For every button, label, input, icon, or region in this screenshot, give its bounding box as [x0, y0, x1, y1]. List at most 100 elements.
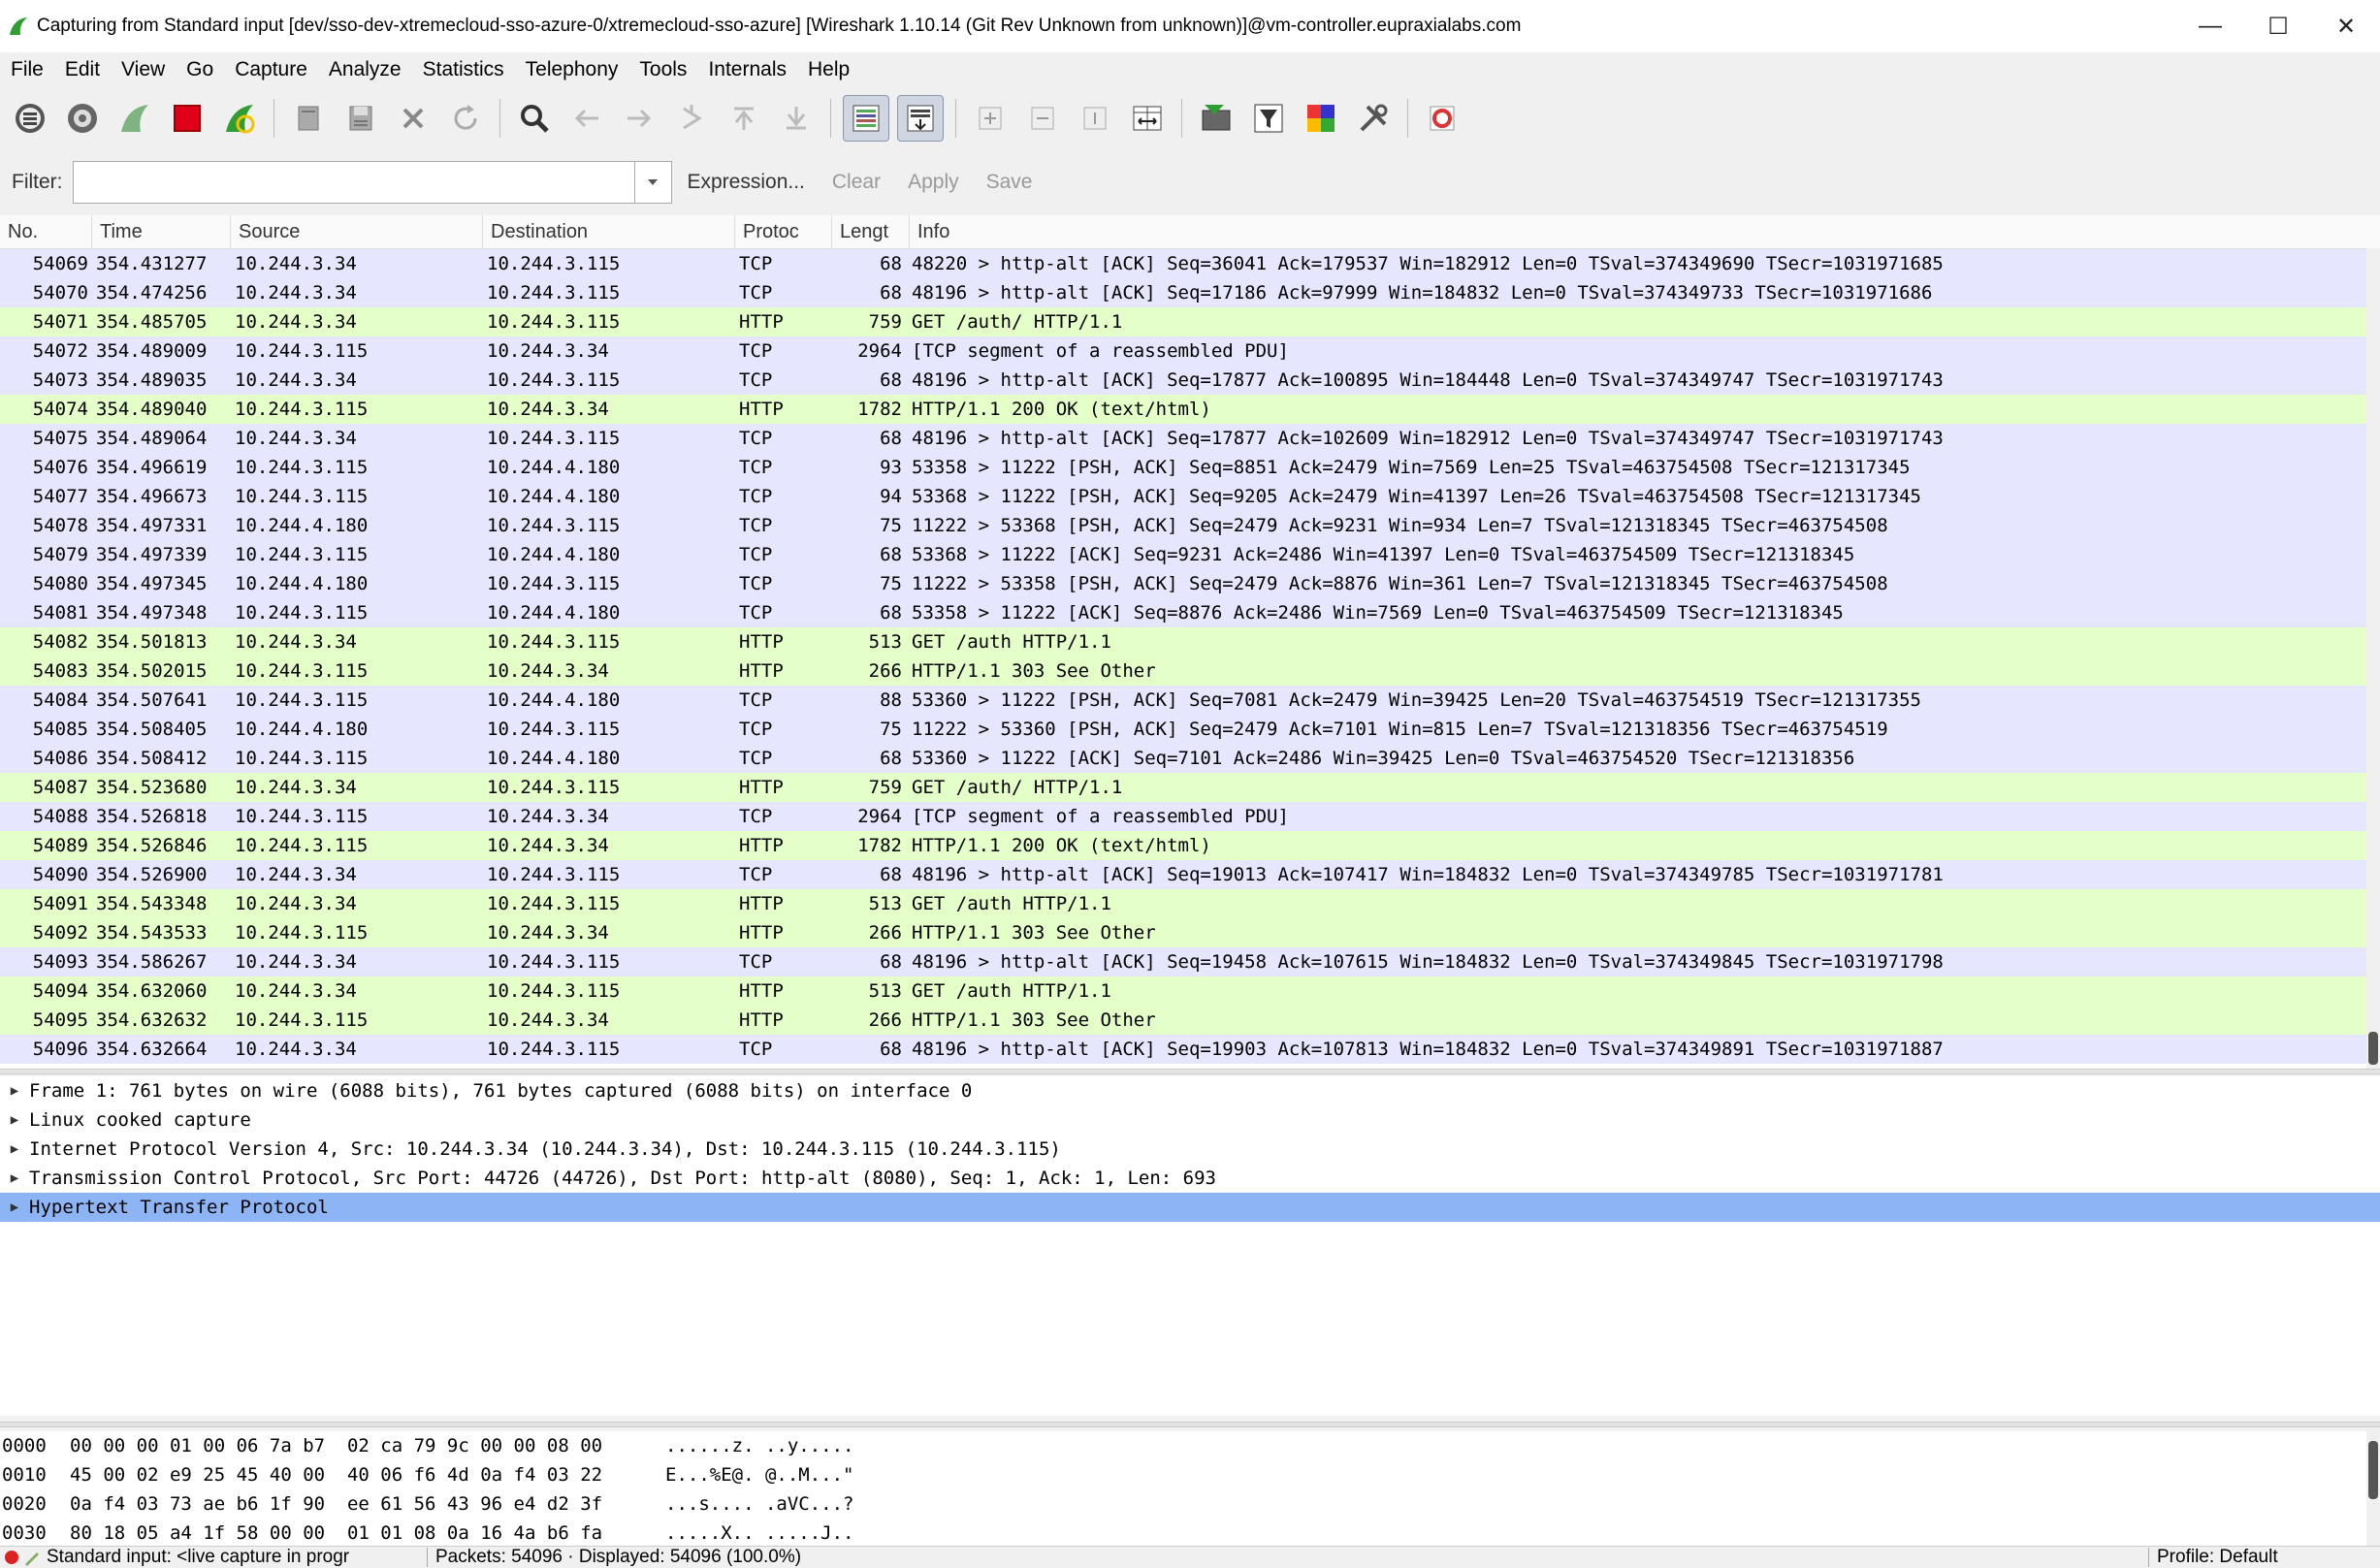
packet-row[interactable]: 54082 354.501813 10.244.3.34 10.244.3.115 HT…: [0, 627, 2380, 656]
expression-button[interactable]: Expression...: [688, 171, 805, 194]
status-profile[interactable]: Profile: Default: [2157, 1547, 2380, 1568]
column-no[interactable]: No.: [0, 215, 92, 248]
packet-row[interactable]: 54091 354.543348 10.244.3.34 10.244.3.115 HT…: [0, 889, 2380, 918]
packet-row[interactable]: 54076 354.496619 10.244.3.115 10.244.4.180 T…: [0, 453, 2380, 482]
packet-row[interactable]: 54086 354.508412 10.244.3.115 10.244.4.180 T…: [0, 744, 2380, 773]
column-length[interactable]: Lengt: [832, 215, 910, 248]
close-button[interactable]: ✕: [2312, 0, 2380, 52]
help-lifebuoy-icon[interactable]: [1420, 96, 1464, 141]
packet-row[interactable]: 54093 354.586267 10.244.3.34 10.244.3.115 TC…: [0, 947, 2380, 976]
column-protocol[interactable]: Protoc: [735, 215, 832, 248]
restart-capture-icon[interactable]: [217, 96, 262, 141]
expand-arrow-icon[interactable]: ▶: [0, 1200, 29, 1215]
menu-telephony[interactable]: Telephony: [515, 58, 629, 81]
detail-tree-item[interactable]: ▶ Transmission Control Protocol, Src Port…: [0, 1164, 2380, 1193]
menu-statistics[interactable]: Statistics: [412, 58, 515, 81]
expand-arrow-icon[interactable]: ▶: [0, 1170, 29, 1186]
go-last-packet-icon[interactable]: [774, 96, 819, 141]
packet-row[interactable]: 54081 354.497348 10.244.3.115 10.244.4.180 T…: [0, 598, 2380, 627]
menu-tools[interactable]: Tools: [628, 58, 697, 81]
pane-splitter[interactable]: [0, 1069, 2380, 1074]
detail-tree-item[interactable]: ▶ Frame 1: 761 bytes on wire (6088 bits),…: [0, 1076, 2380, 1105]
packet-row[interactable]: 54092 354.543533 10.244.3.115 10.244.3.34 HT…: [0, 918, 2380, 947]
menu-capture[interactable]: Capture: [224, 58, 318, 81]
open-file-icon[interactable]: [286, 96, 331, 141]
menu-view[interactable]: View: [111, 58, 176, 81]
packet-row[interactable]: 54070 354.474256 10.244.3.34 10.244.3.115 TC…: [0, 278, 2380, 307]
expand-arrow-icon[interactable]: ▶: [0, 1112, 29, 1128]
go-forward-arrow-icon[interactable]: [617, 96, 661, 141]
interfaces-list-icon[interactable]: [8, 96, 52, 141]
coloring-rules-icon[interactable]: [1299, 96, 1343, 141]
find-packet-search-icon[interactable]: [512, 96, 557, 141]
preferences-tools-icon[interactable]: [1351, 96, 1396, 141]
apply-button[interactable]: Apply: [908, 171, 959, 194]
packet-list-scrollbar[interactable]: [2366, 248, 2380, 1069]
start-capture-fin-icon[interactable]: [113, 96, 157, 141]
packet-row[interactable]: 54069 354.431277 10.244.3.34 10.244.3.115 TC…: [0, 249, 2380, 278]
capture-options-gear-icon[interactable]: [60, 96, 105, 141]
stop-capture-icon[interactable]: [165, 96, 209, 141]
packet-row[interactable]: 54090 354.526900 10.244.3.34 10.244.3.115 TC…: [0, 860, 2380, 889]
packet-row[interactable]: 54078 354.497331 10.244.4.180 10.244.3.115 T…: [0, 511, 2380, 540]
packet-row[interactable]: 54089 354.526846 10.244.3.115 10.244.3.34 HT…: [0, 831, 2380, 860]
reload-icon[interactable]: [443, 96, 488, 141]
display-filter-input[interactable]: [72, 161, 635, 204]
packet-row[interactable]: 54072 354.489009 10.244.3.115 10.244.3.34 TC…: [0, 336, 2380, 366]
packet-row[interactable]: 54083 354.502015 10.244.3.115 10.244.3.34 HT…: [0, 656, 2380, 686]
menu-file[interactable]: File: [0, 58, 54, 81]
auto-scroll-icon[interactable]: [897, 95, 944, 142]
hex-row[interactable]: 0030 80 18 05 a4 1f 58 00 00 01 01 08 0a …: [0, 1519, 2380, 1546]
packet-row[interactable]: 54074 354.489040 10.244.3.115 10.244.3.34 HT…: [0, 395, 2380, 424]
packet-row[interactable]: 54087 354.523680 10.244.3.34 10.244.3.115 HT…: [0, 773, 2380, 802]
clear-button[interactable]: Clear: [832, 171, 881, 194]
normal-size-icon[interactable]: [1073, 96, 1117, 141]
packet-row[interactable]: 54094 354.632060 10.244.3.34 10.244.3.115 HT…: [0, 976, 2380, 1006]
expand-arrow-icon[interactable]: ▶: [0, 1083, 29, 1099]
expand-arrow-icon[interactable]: ▶: [0, 1141, 29, 1157]
capture-filters-icon[interactable]: [1194, 96, 1238, 141]
hex-row[interactable]: 0010 45 00 02 e9 25 45 40 00 40 06 f6 4d …: [0, 1460, 2380, 1489]
column-source[interactable]: Source: [231, 215, 483, 248]
packet-row[interactable]: 54080 354.497345 10.244.4.180 10.244.3.115 T…: [0, 569, 2380, 598]
hex-row[interactable]: 0020 0a f4 03 73 ae b6 1f 90 ee 61 56 43 …: [0, 1489, 2380, 1519]
save-button[interactable]: Save: [986, 171, 1033, 194]
menu-go[interactable]: Go: [176, 58, 224, 81]
packet-row[interactable]: 54084 354.507641 10.244.3.115 10.244.4.180 T…: [0, 686, 2380, 715]
scrollbar-thumb[interactable]: [2368, 1441, 2378, 1499]
packet-row[interactable]: 54088 354.526818 10.244.3.115 10.244.3.34 TC…: [0, 802, 2380, 831]
menu-help[interactable]: Help: [797, 58, 860, 81]
resize-columns-icon[interactable]: [1125, 96, 1170, 141]
column-info[interactable]: Info: [910, 215, 2380, 248]
capture-comment-icon[interactable]: [23, 1549, 41, 1566]
display-filters-icon[interactable]: [1246, 96, 1291, 141]
column-destination[interactable]: Destination: [483, 215, 735, 248]
packet-row[interactable]: 54071 354.485705 10.244.3.34 10.244.3.115 HT…: [0, 307, 2380, 336]
go-back-arrow-icon[interactable]: [564, 96, 609, 141]
zoom-in-icon[interactable]: [968, 96, 1013, 141]
scrollbar-thumb[interactable]: [2368, 1032, 2378, 1065]
menu-analyze[interactable]: Analyze: [318, 58, 412, 81]
bytes-scrollbar[interactable]: [2366, 1431, 2380, 1546]
packet-row[interactable]: 54077 354.496673 10.244.3.115 10.244.4.180 T…: [0, 482, 2380, 511]
save-file-icon[interactable]: [338, 96, 383, 141]
minimize-button[interactable]: —: [2176, 0, 2244, 52]
packet-row[interactable]: 54075 354.489064 10.244.3.34 10.244.3.115 TC…: [0, 424, 2380, 453]
detail-tree-item[interactable]: ▶ Internet Protocol Version 4, Src: 10.24…: [0, 1135, 2380, 1164]
menu-internals[interactable]: Internals: [697, 58, 797, 81]
packet-row[interactable]: 54095 354.632632 10.244.3.115 10.244.3.34 HT…: [0, 1006, 2380, 1035]
filter-history-dropdown[interactable]: [634, 161, 672, 204]
maximize-button[interactable]: ☐: [2244, 0, 2312, 52]
packet-row[interactable]: 54073 354.489035 10.244.3.34 10.244.3.115 TC…: [0, 366, 2380, 395]
hex-row[interactable]: 0000 00 00 00 01 00 06 7a b7 02 ca 79 9c …: [0, 1431, 2380, 1460]
detail-tree-item[interactable]: ▶ Hypertext Transfer Protocol: [0, 1193, 2380, 1222]
pane-splitter[interactable]: [0, 1422, 2380, 1427]
column-time[interactable]: Time: [92, 215, 231, 248]
go-to-packet-icon[interactable]: [669, 96, 714, 141]
packet-row[interactable]: 54085 354.508405 10.244.4.180 10.244.3.115 T…: [0, 715, 2380, 744]
menu-edit[interactable]: Edit: [54, 58, 111, 81]
expert-info-icon[interactable]: [4, 1550, 19, 1565]
colorize-packet-list-icon[interactable]: [843, 95, 889, 142]
packet-row[interactable]: 54079 354.497339 10.244.3.115 10.244.4.180 T…: [0, 540, 2380, 569]
go-first-packet-icon[interactable]: [722, 96, 766, 141]
